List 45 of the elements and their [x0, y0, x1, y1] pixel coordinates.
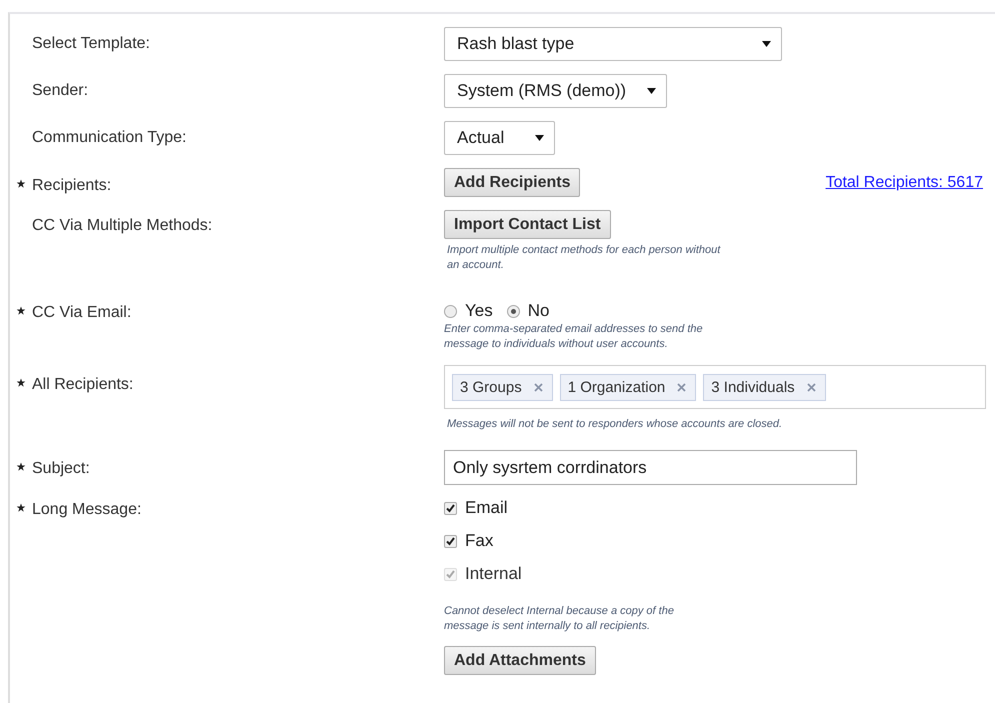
option-label: Email [465, 498, 508, 518]
dropdown[interactable]: Actual [444, 121, 555, 155]
recipients-field[interactable]: 3 Groups 1 Organization 3 Individuals [444, 365, 986, 409]
option-label: Fax [465, 531, 494, 551]
field-label: Sender: [32, 82, 88, 99]
checkbox[interactable] [444, 534, 457, 548]
caret-icon [535, 135, 544, 141]
radio-button[interactable] [444, 304, 457, 318]
field-label: Long Message: [32, 501, 142, 518]
option-label: Yes [465, 301, 493, 321]
option-label: Internal [465, 564, 522, 584]
tag-label: 1 Organization [568, 378, 666, 396]
option-label: No [528, 301, 550, 321]
dropdown[interactable]: System (RMS (demo)) [444, 74, 667, 108]
tag-label: 3 Individuals [711, 378, 795, 396]
help-text: Enter comma-separated email addresses to send the message to individuals without user accounts. [444, 322, 704, 352]
field-label: Select Template: [32, 35, 150, 52]
subject-field[interactable]: Only sysrtem corrdinators [444, 450, 857, 485]
total-recipients-link[interactable]: Total Recipients: 5617 [826, 174, 983, 192]
field-label: Recipients: [32, 177, 112, 194]
dropdown[interactable]: Rash blast type [444, 27, 782, 61]
caret-icon [762, 41, 771, 47]
help-text: Messages will not be sent to responders whose accounts are closed. [446, 417, 784, 432]
help-text: Import multiple contact methods for each person without an account. [446, 243, 722, 273]
required-icon [16, 179, 26, 189]
help-text: Cannot deselect Internal because a copy of the message is sent internally to all recipients. [444, 604, 675, 634]
field-label: Communication Type: [32, 129, 186, 146]
add-attachments-button[interactable]: Add Attachments [444, 646, 596, 675]
close-icon[interactable] [806, 382, 816, 392]
field-label: Subject: [32, 460, 90, 477]
button[interactable]: Add Recipients [444, 168, 580, 197]
checkbox[interactable] [444, 502, 457, 514]
field-label: CC Via Multiple Methods: [32, 217, 212, 234]
field-label: All Recipients: [32, 376, 134, 393]
button[interactable]: Import Contact List [444, 210, 611, 239]
close-icon[interactable] [677, 382, 686, 392]
required-icon [16, 306, 26, 316]
required-icon [16, 503, 26, 513]
close-icon[interactable] [534, 382, 543, 392]
field-label: CC Via Email: [32, 304, 132, 321]
required-icon [16, 462, 26, 472]
required-icon [16, 378, 26, 388]
tag-label: 3 Groups [460, 378, 522, 396]
caret-icon [647, 88, 656, 94]
radio-button[interactable] [506, 304, 520, 318]
